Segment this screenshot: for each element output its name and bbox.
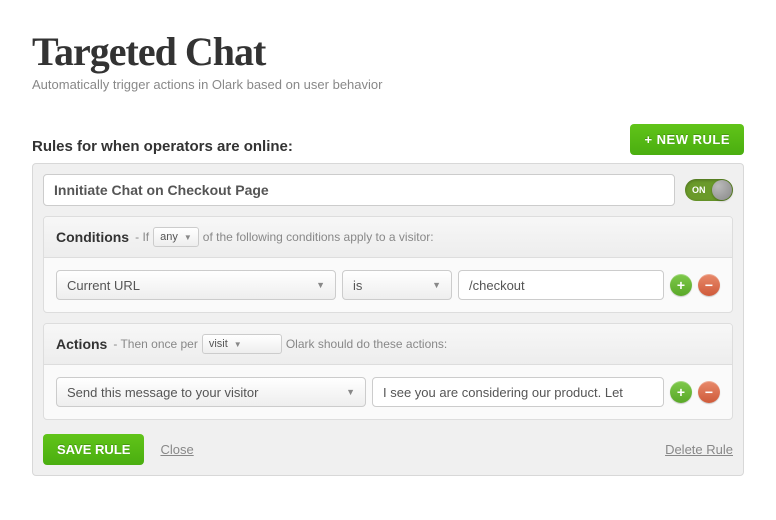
chevron-down-icon: ▼ bbox=[184, 233, 192, 242]
condition-operator-select[interactable]: is ▼ bbox=[342, 270, 452, 300]
conditions-title: Conditions bbox=[56, 229, 129, 245]
add-condition-button[interactable]: + bbox=[670, 274, 692, 296]
condition-row: Current URL ▼ is ▼ + − bbox=[44, 258, 732, 312]
chevron-down-icon: ▼ bbox=[234, 340, 242, 349]
page-title: Targeted Chat bbox=[32, 28, 744, 75]
close-link[interactable]: Close bbox=[160, 442, 193, 457]
actions-header: Actions - Then once per visit ▼ Olark sh… bbox=[44, 324, 732, 365]
toggle-label: ON bbox=[692, 185, 706, 195]
new-rule-button[interactable]: + NEW RULE bbox=[630, 124, 744, 155]
conditions-match-mode-value: any bbox=[160, 231, 178, 243]
conditions-header: Conditions - If any ▼ of the following c… bbox=[44, 217, 732, 258]
action-row: Send this message to your visitor ▼ + − bbox=[44, 365, 732, 419]
actions-title: Actions bbox=[56, 336, 107, 352]
action-value-input[interactable] bbox=[372, 377, 664, 407]
actions-suffix: Olark should do these actions: bbox=[286, 337, 447, 351]
actions-prefix: - Then once per bbox=[113, 337, 198, 351]
toggle-knob bbox=[712, 180, 732, 200]
condition-value-input[interactable] bbox=[458, 270, 664, 300]
save-rule-button[interactable]: SAVE RULE bbox=[43, 434, 144, 465]
conditions-prefix: - If bbox=[135, 230, 149, 244]
condition-field-select[interactable]: Current URL ▼ bbox=[56, 270, 336, 300]
action-type-value: Send this message to your visitor bbox=[67, 385, 258, 400]
actions-frequency-value: visit bbox=[209, 338, 228, 350]
chevron-down-icon: ▼ bbox=[432, 280, 441, 290]
rule-footer: SAVE RULE Close Delete Rule bbox=[43, 430, 733, 465]
condition-operator-value: is bbox=[353, 278, 362, 293]
rule-name-input[interactable] bbox=[43, 174, 675, 206]
chevron-down-icon: ▼ bbox=[346, 387, 355, 397]
condition-field-value: Current URL bbox=[67, 278, 140, 293]
actions-section: Actions - Then once per visit ▼ Olark sh… bbox=[43, 323, 733, 420]
action-type-select[interactable]: Send this message to your visitor ▼ bbox=[56, 377, 366, 407]
actions-frequency-select[interactable]: visit ▼ bbox=[202, 334, 282, 354]
remove-action-button[interactable]: − bbox=[698, 381, 720, 403]
add-action-button[interactable]: + bbox=[670, 381, 692, 403]
rules-section-label: Rules for when operators are online: bbox=[32, 138, 293, 155]
conditions-suffix: of the following conditions apply to a v… bbox=[203, 230, 434, 244]
remove-condition-button[interactable]: − bbox=[698, 274, 720, 296]
delete-rule-link[interactable]: Delete Rule bbox=[665, 442, 733, 457]
conditions-section: Conditions - If any ▼ of the following c… bbox=[43, 216, 733, 313]
page-subtitle: Automatically trigger actions in Olark b… bbox=[32, 77, 744, 92]
conditions-match-mode-select[interactable]: any ▼ bbox=[153, 227, 199, 247]
rule-panel: ON Conditions - If any ▼ of the followin… bbox=[32, 163, 744, 476]
rule-enabled-toggle[interactable]: ON bbox=[685, 179, 733, 201]
chevron-down-icon: ▼ bbox=[316, 280, 325, 290]
